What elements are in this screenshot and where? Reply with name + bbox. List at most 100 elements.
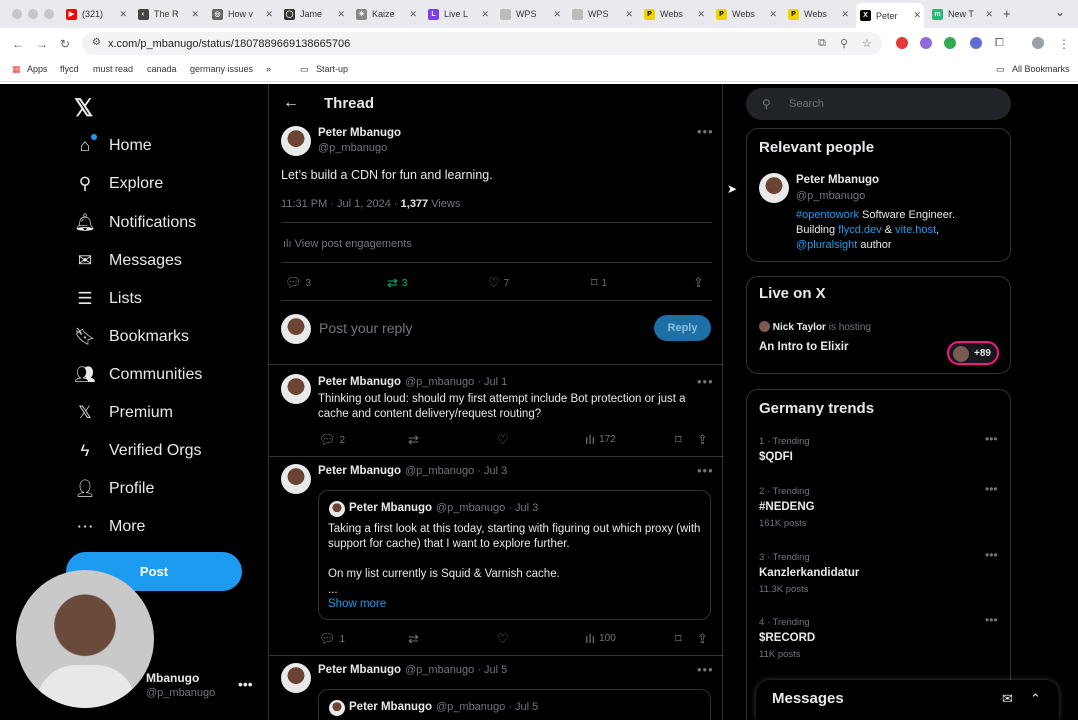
nav-item-premium[interactable]: 𝕏 Premium: [74, 398, 173, 428]
nav-item-explore[interactable]: ⚲ Explore: [74, 169, 163, 199]
bookmark-must-read[interactable]: must read: [93, 64, 133, 74]
post-author-name[interactable]: Peter Mbanugo: [318, 127, 401, 139]
reply-meta[interactable]: @p_mbanugo · Jul 1: [405, 376, 507, 388]
browser-tab[interactable]: P Webs ✕: [712, 4, 780, 24]
reply-action[interactable]: 💬︎ 3: [285, 275, 311, 291]
post-author-handle[interactable]: @p_mbanugo: [318, 142, 387, 154]
extensions-puzzle-icon[interactable]: ⧠: [995, 37, 1004, 50]
profile-avatar-icon[interactable]: [1032, 37, 1044, 49]
bio-hashtag-link[interactable]: #opentowork: [796, 209, 859, 221]
tab-close-icon[interactable]: ✕: [625, 9, 636, 20]
account-more-icon[interactable]: •••: [238, 676, 253, 692]
trend-more-icon[interactable]: •••: [985, 548, 998, 562]
avatar[interactable]: [281, 464, 311, 494]
forward-arrow-icon[interactable]: →: [36, 37, 48, 51]
back-arrow-icon[interactable]: ←: [12, 37, 24, 51]
account-handle[interactable]: @p_mbanugo: [146, 687, 215, 699]
trend-more-icon[interactable]: •••: [985, 482, 998, 496]
tab-close-icon[interactable]: ✕: [191, 9, 202, 20]
bookmark-icon[interactable]: ⌑: [675, 432, 682, 448]
tab-close-icon[interactable]: ✕: [985, 9, 996, 20]
reply-action[interactable]: 💬︎ 2: [319, 432, 345, 448]
bookmark-action[interactable]: ⌑ 1: [591, 275, 607, 291]
nav-item-more[interactable]: ⋯ More: [74, 512, 146, 542]
nav-item-verified-orgs[interactable]: ϟ Verified Orgs: [74, 436, 202, 466]
post-more-icon[interactable]: •••: [697, 124, 714, 139]
bookmarks-overflow[interactable]: »: [266, 64, 271, 74]
post-time[interactable]: 11:31 PM · Jul 1, 2024 ·: [281, 198, 401, 210]
tab-close-icon[interactable]: ✕: [697, 9, 708, 20]
tab-close-icon[interactable]: ✕: [769, 9, 780, 20]
browser-tab[interactable]: ◐ The R ✕: [134, 4, 202, 24]
quoted-post[interactable]: Peter Mbanugo @p_mbanugo · Jul 3 Taking …: [318, 490, 711, 620]
repost-icon[interactable]: ⇄: [408, 432, 419, 448]
reply-action[interactable]: 💬︎ 1: [319, 631, 345, 647]
reload-icon[interactable]: ↻: [60, 37, 70, 51]
bio-link-flycd[interactable]: flycd.dev: [838, 224, 881, 236]
bookmark-germany-issues[interactable]: germany issues: [190, 64, 253, 74]
bio-mention-link[interactable]: @pluralsight: [796, 239, 857, 251]
expand-chevron-icon[interactable]: ⌃: [1030, 691, 1041, 707]
tab-close-icon[interactable]: ✕: [913, 10, 924, 21]
browser-tab[interactable]: WPS ✕: [496, 4, 564, 24]
nav-item-messages[interactable]: ✉ Messages: [74, 246, 182, 276]
reply-more-icon[interactable]: •••: [697, 463, 714, 478]
window-controls[interactable]: [12, 9, 54, 19]
heart-icon[interactable]: ♡: [497, 631, 509, 647]
bookmark-star-icon[interactable]: ☆: [862, 37, 872, 50]
nav-item-lists[interactable]: ☰ Lists: [74, 284, 142, 314]
reply-author-name[interactable]: Peter Mbanugo: [318, 465, 401, 477]
extension-red-icon[interactable]: [896, 37, 908, 49]
messages-drawer[interactable]: Messages ✉ ⌃: [756, 680, 1059, 720]
browser-tab[interactable]: L Live L ✕: [424, 4, 492, 24]
tab-close-icon[interactable]: ✕: [119, 9, 130, 20]
apps-grid-icon[interactable]: ▦: [12, 64, 21, 75]
person-name[interactable]: Peter Mbanugo: [796, 174, 879, 186]
reply-author-name[interactable]: Peter Mbanugo: [318, 376, 401, 388]
trend-more-icon[interactable]: •••: [985, 432, 998, 446]
nav-item-communities[interactable]: 👥︎ Communities: [74, 360, 202, 390]
trend-more-icon[interactable]: •••: [985, 613, 998, 627]
reply-more-icon[interactable]: •••: [697, 662, 714, 677]
repost-icon[interactable]: ⇄: [408, 631, 419, 647]
avatar[interactable]: [759, 173, 789, 203]
share-icon[interactable]: ⇪: [697, 432, 708, 448]
reply-button[interactable]: Reply: [654, 315, 711, 341]
tab-close-icon[interactable]: ✕: [409, 9, 420, 20]
trend-name[interactable]: #NEDENG: [759, 501, 815, 513]
bookmark-flycd[interactable]: flycd: [60, 64, 79, 74]
share-icon[interactable]: ⇪: [693, 275, 704, 291]
url-field[interactable]: ⚙ x.com/p_mbanugo/status/180788966913866…: [82, 32, 882, 55]
browser-tab[interactable]: X Peter ✕: [856, 3, 924, 28]
bookmark-icon[interactable]: ⌑: [675, 631, 682, 647]
live-listener-badge[interactable]: +89: [947, 341, 999, 365]
avatar[interactable]: [281, 374, 311, 404]
back-arrow-icon[interactable]: ←: [283, 94, 299, 112]
site-settings-icon[interactable]: ⚙: [92, 37, 101, 48]
view-engagements-link[interactable]: ılı View post engagements: [283, 238, 412, 250]
search-input[interactable]: ⚲ Search: [746, 88, 1011, 120]
compose-message-icon[interactable]: ✉: [1002, 691, 1013, 707]
bookmark-canada[interactable]: canada: [147, 64, 177, 74]
show-more-link[interactable]: Show more: [328, 597, 386, 612]
person-handle[interactable]: @p_mbanugo: [796, 190, 865, 202]
tab-close-icon[interactable]: ✕: [841, 9, 852, 20]
browser-tab[interactable]: ◯ Jame ✕: [280, 4, 348, 24]
browser-menu-icon[interactable]: ⋮: [1058, 37, 1070, 51]
nav-item-home[interactable]: ⌂ Home: [74, 131, 152, 161]
tab-close-icon[interactable]: ✕: [553, 9, 564, 20]
trend-name[interactable]: $QDFI: [759, 451, 793, 463]
browser-tab[interactable]: ◎ How v ✕: [208, 4, 276, 24]
views-action[interactable]: ılı 172: [585, 432, 616, 447]
live-on-x-card[interactable]: Live on X Nick Taylor is hosting An Intr…: [746, 276, 1011, 374]
avatar[interactable]: [281, 663, 311, 693]
trend-name[interactable]: Kanzlerkandidatur: [759, 567, 859, 579]
nav-item-profile[interactable]: 👤︎ Profile: [74, 474, 154, 504]
browser-tab[interactable]: ✳ Kaize ✕: [352, 4, 420, 24]
bookmark-apps[interactable]: Apps: [27, 64, 48, 74]
install-app-icon[interactable]: ⧉: [818, 37, 826, 50]
share-icon[interactable]: ⇪: [697, 631, 708, 647]
account-name[interactable]: Mbanugo: [146, 671, 199, 685]
reply-author-name[interactable]: Peter Mbanugo: [318, 664, 401, 676]
reply-more-icon[interactable]: •••: [697, 374, 714, 389]
